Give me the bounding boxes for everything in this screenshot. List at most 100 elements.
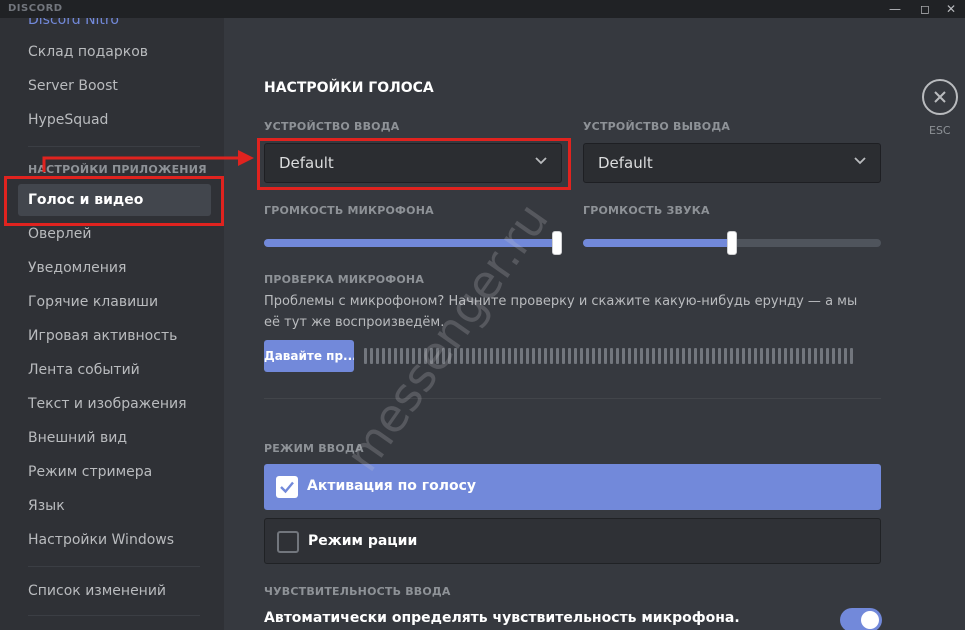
mic-volume-grabber[interactable] <box>552 231 562 255</box>
section-divider <box>264 398 881 399</box>
sidebar-item-windows-settings[interactable]: Настройки Windows <box>18 524 211 556</box>
meter-bar <box>796 348 799 364</box>
meter-bar <box>820 348 823 364</box>
sidebar-item-activity-feed[interactable]: Лента событий <box>18 354 211 386</box>
input-device-label: УСТРОЙСТВО ВВОДА <box>264 120 400 133</box>
settings-sidebar: Discord Nitro Склад подарков Server Boos… <box>0 18 224 630</box>
meter-bar <box>508 348 511 364</box>
sidebar-item-keybinds[interactable]: Горячие клавиши <box>18 286 211 318</box>
output-device-select[interactable]: Default <box>583 143 881 183</box>
meter-bar <box>784 348 787 364</box>
meter-bar <box>838 348 841 364</box>
meter-bar <box>724 348 727 364</box>
meter-bar <box>502 348 505 364</box>
minimize-icon[interactable]: — <box>884 1 906 17</box>
meter-bar <box>598 348 601 364</box>
meter-bar <box>580 348 583 364</box>
meter-bar <box>544 348 547 364</box>
meter-bar <box>850 348 853 364</box>
meter-bar <box>658 348 661 364</box>
sidebar-item-game-activity[interactable]: Игровая активность <box>18 320 211 352</box>
meter-bar <box>478 348 481 364</box>
sidebar-item-gift-inventory[interactable]: Склад подарков <box>18 36 211 68</box>
sidebar-item-appearance[interactable]: Внешний вид <box>18 422 211 454</box>
meter-bar <box>694 348 697 364</box>
voice-activity-label: Активация по голосу <box>307 478 477 494</box>
meter-bar <box>640 348 643 364</box>
meter-bar <box>700 348 703 364</box>
meter-bar <box>814 348 817 364</box>
sidebar-item-discord-nitro[interactable]: Discord Nitro <box>18 18 211 36</box>
sound-volume-label: ГРОМКОСТЬ ЗВУКА <box>583 204 710 217</box>
meter-bar <box>568 348 571 364</box>
meter-bar <box>490 348 493 364</box>
output-device-label: УСТРОЙСТВО ВЫВОДА <box>583 120 731 133</box>
meter-bar <box>472 348 475 364</box>
meter-bar <box>520 348 523 364</box>
auto-sensitivity-toggle[interactable] <box>840 608 882 630</box>
meter-bar <box>790 348 793 364</box>
output-device-value: Default <box>598 154 653 172</box>
meter-bar <box>760 348 763 364</box>
sidebar-item-hypesquad[interactable]: HypeSquad <box>18 104 211 136</box>
meter-bar <box>748 348 751 364</box>
check-icon <box>280 481 294 494</box>
sidebar-item-changelog[interactable]: Список изменений <box>18 575 211 607</box>
voice-settings-panel: НАСТРОЙКИ ГОЛОСА УСТРОЙСТВО ВВОДА Defaul… <box>224 18 965 630</box>
meter-bar <box>670 348 673 364</box>
meter-bar <box>742 348 745 364</box>
close-icon[interactable]: ✕ <box>940 1 962 17</box>
checkbox-unchecked <box>277 531 299 553</box>
sound-volume-grabber[interactable] <box>727 231 737 255</box>
meter-bar <box>706 348 709 364</box>
sidebar-item-language[interactable]: Язык <box>18 490 211 522</box>
meter-bar <box>532 348 535 364</box>
sidebar-item-text-images[interactable]: Текст и изображения <box>18 388 211 420</box>
sidebar-divider <box>28 615 200 616</box>
meter-bar <box>610 348 613 364</box>
meter-bar <box>388 348 391 364</box>
annotation-highlight-input-device <box>257 138 571 190</box>
meter-bar <box>370 348 373 364</box>
meter-bar <box>808 348 811 364</box>
push-to-talk-option[interactable]: Режим рации <box>264 518 881 564</box>
meter-bar <box>586 348 589 364</box>
meter-bar <box>622 348 625 364</box>
meter-bar <box>826 348 829 364</box>
sidebar-divider <box>28 566 200 567</box>
meter-bar <box>556 348 559 364</box>
meter-bar <box>778 348 781 364</box>
meter-bar <box>718 348 721 364</box>
maximize-icon[interactable]: ◻ <box>914 1 936 17</box>
meter-bar <box>754 348 757 364</box>
meter-bar <box>646 348 649 364</box>
mic-test-button[interactable]: Давайте пр... <box>264 340 354 372</box>
mic-volume-label: ГРОМКОСТЬ МИКРОФОНА <box>264 204 434 217</box>
meter-bar <box>364 348 367 364</box>
meter-bar <box>616 348 619 364</box>
sidebar-item-streamer-mode[interactable]: Режим стримера <box>18 456 211 488</box>
meter-bar <box>376 348 379 364</box>
meter-bar <box>676 348 679 364</box>
meter-bar <box>382 348 385 364</box>
sidebar-item-notifications[interactable]: Уведомления <box>18 252 211 284</box>
meter-bar <box>514 348 517 364</box>
meter-bar <box>730 348 733 364</box>
close-settings-button[interactable] <box>922 79 958 115</box>
annotation-highlight-voice-video <box>4 176 224 226</box>
voice-activity-option[interactable]: Активация по голосу <box>264 464 881 510</box>
close-icon <box>934 91 946 103</box>
meter-bar <box>772 348 775 364</box>
meter-bar <box>538 348 541 364</box>
meter-bar <box>766 348 769 364</box>
meter-bar <box>844 348 847 364</box>
checkbox-checked <box>276 476 298 498</box>
meter-bar <box>688 348 691 364</box>
sidebar-item-server-boost[interactable]: Server Boost <box>18 70 211 102</box>
meter-bar <box>592 348 595 364</box>
auto-sensitivity-label: Автоматически определять чувствительност… <box>264 610 740 626</box>
mic-test-label: ПРОВЕРКА МИКРОФОНА <box>264 273 425 286</box>
meter-bar <box>574 348 577 364</box>
meter-bar <box>604 348 607 364</box>
meter-bar <box>562 348 565 364</box>
